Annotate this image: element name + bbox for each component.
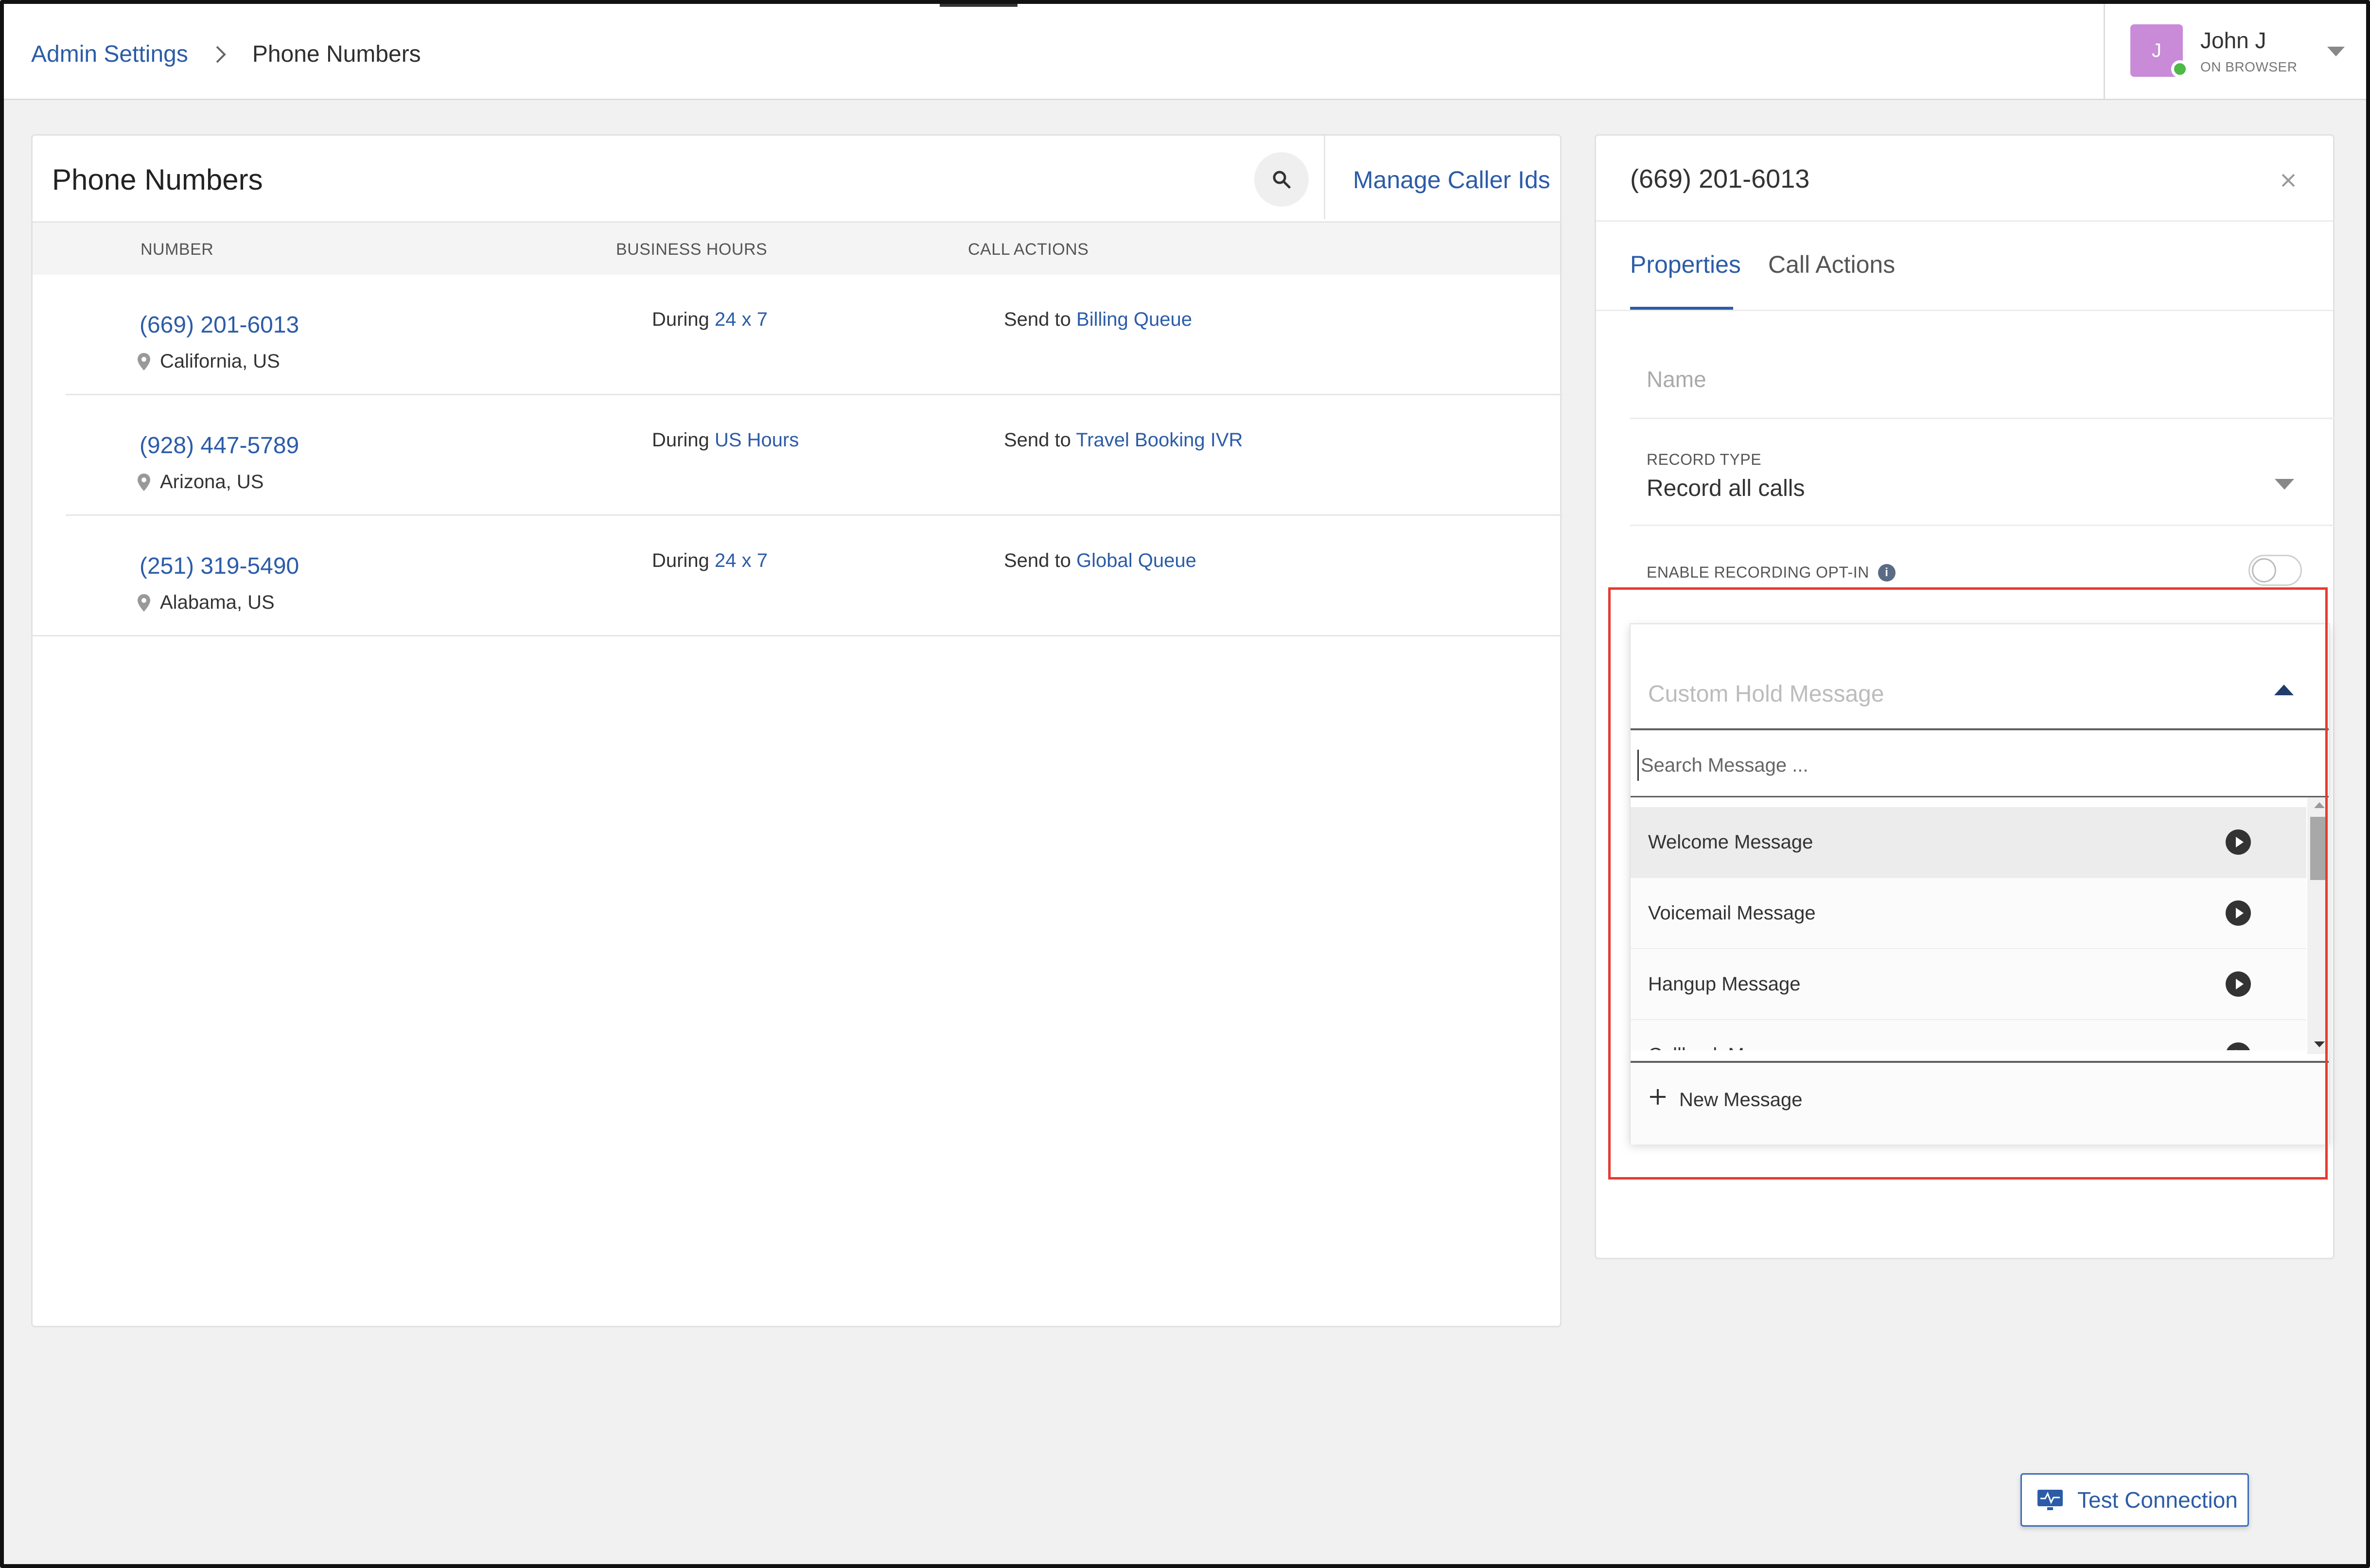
business-hours: During 24 x 7 (652, 550, 768, 572)
search-button[interactable] (1254, 152, 1309, 207)
divider (1596, 310, 2333, 311)
location: Arizona, US (138, 471, 264, 493)
column-header-business-hours[interactable]: BUSINESS HOURS (616, 240, 767, 259)
recording-opt-in-text: ENABLE RECORDING OPT-IN (1647, 564, 1869, 581)
panel-title: (669) 201-6013 (1630, 164, 1810, 194)
tab-properties[interactable]: Properties (1630, 250, 1741, 279)
user-menu[interactable]: J John J ON BROWSER (2104, 4, 2366, 100)
info-icon[interactable]: i (1878, 564, 1896, 581)
phone-number-link[interactable]: (928) 447-5789 (140, 432, 299, 459)
record-type-select[interactable]: Record all calls (1647, 475, 1805, 502)
top-notch (940, 4, 1018, 7)
user-name: John J (2200, 28, 2266, 53)
hours-link[interactable]: 24 x 7 (715, 550, 768, 571)
action-link[interactable]: Global Queue (1076, 550, 1196, 571)
action-prefix: Send to (1004, 429, 1071, 451)
top-bar: Admin Settings Phone Numbers J John J ON… (4, 4, 2366, 100)
close-icon[interactable] (2278, 170, 2299, 191)
test-connection-button[interactable]: Test Connection (2020, 1473, 2249, 1527)
location-pin-icon (138, 594, 150, 612)
business-hours: During US Hours (652, 429, 799, 451)
breadcrumb-admin-settings[interactable]: Admin Settings (31, 41, 188, 68)
toggle-knob (2252, 558, 2276, 582)
tab-call-actions[interactable]: Call Actions (1768, 250, 1895, 279)
table-row[interactable]: (928) 447-5789 Arizona, US During US Hou… (66, 395, 1563, 516)
divider (1596, 220, 2333, 222)
breadcrumb: Admin Settings Phone Numbers (31, 41, 421, 68)
call-action: Send to Global Queue (1004, 550, 1196, 572)
business-hours: During 24 x 7 (652, 309, 768, 331)
hours-prefix: During (652, 429, 709, 451)
manage-caller-ids-link[interactable]: Manage Caller Ids (1353, 166, 1550, 194)
monitor-pulse-icon (2037, 1490, 2063, 1510)
location-text: Alabama, US (160, 592, 275, 613)
column-header-call-actions[interactable]: CALL ACTIONS (968, 240, 1088, 259)
action-prefix: Send to (1004, 309, 1071, 330)
action-prefix: Send to (1004, 550, 1071, 571)
chevron-down-icon[interactable] (2327, 47, 2345, 56)
location-text: California, US (160, 351, 280, 372)
divider (1630, 525, 2335, 526)
user-status: ON BROWSER (2200, 59, 2298, 74)
column-header-number[interactable]: NUMBER (140, 240, 213, 259)
location-pin-icon (138, 352, 150, 370)
location: Alabama, US (138, 592, 275, 614)
header-divider (1324, 136, 1325, 219)
table-row[interactable]: (669) 201-6013 California, US During 24 … (66, 275, 1563, 395)
call-action: Send to Billing Queue (1004, 309, 1192, 331)
breadcrumb-current: Phone Numbers (252, 41, 421, 67)
table-header: NUMBER BUSINESS HOURS CALL ACTIONS (33, 221, 1560, 275)
phone-numbers-card: Phone Numbers Manage Caller Ids NUMBER B… (31, 134, 1563, 1327)
page-title: Phone Numbers (52, 163, 263, 196)
phone-number-link[interactable]: (251) 319-5490 (140, 553, 299, 580)
phone-number-link[interactable]: (669) 201-6013 (140, 312, 299, 338)
test-connection-label: Test Connection (2077, 1487, 2238, 1513)
location-pin-icon (138, 473, 150, 491)
hours-prefix: During (652, 550, 709, 571)
name-field[interactable]: Name (1647, 366, 1706, 392)
record-type-label: RECORD TYPE (1647, 451, 1762, 468)
chevron-right-icon (210, 44, 231, 65)
search-icon (1273, 171, 1291, 189)
hours-prefix: During (652, 309, 709, 330)
call-action: Send to Travel Booking IVR (1004, 429, 1243, 451)
action-link[interactable]: Travel Booking IVR (1076, 429, 1243, 451)
divider (1630, 418, 2335, 419)
location: California, US (138, 351, 280, 372)
online-status-icon (2171, 60, 2189, 78)
location-text: Arizona, US (160, 471, 264, 493)
recording-opt-in-toggle[interactable] (2248, 555, 2302, 586)
table-row[interactable]: (251) 319-5490 Alabama, US During 24 x 7… (33, 516, 1560, 636)
action-link[interactable]: Billing Queue (1076, 309, 1192, 330)
chevron-down-icon[interactable] (2275, 479, 2294, 490)
highlight-box (1608, 587, 2328, 1180)
recording-opt-in-label: ENABLE RECORDING OPT-IN i (1647, 564, 1896, 581)
hours-link[interactable]: US Hours (715, 429, 799, 451)
hours-link[interactable]: 24 x 7 (715, 309, 768, 330)
